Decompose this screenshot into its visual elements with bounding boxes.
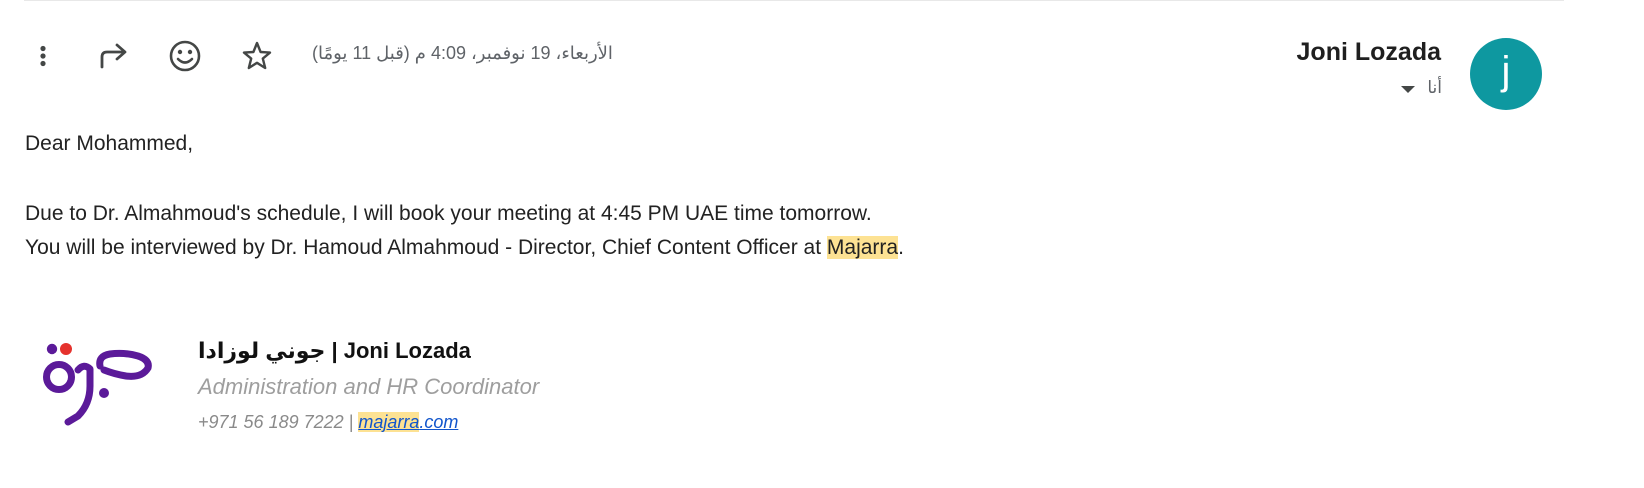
star-button[interactable] [237,36,277,76]
signature-website-link[interactable]: majarra.com [358,412,458,432]
body-line-2: You will be interviewed by Dr. Hamoud Al… [25,231,904,266]
message-header: الأربعاء، 19 نوفمبر، 4:09 م (قبل 11 يومً… [0,0,1644,120]
more-vert-icon [31,44,55,68]
majarra-logo [38,338,158,430]
avatar-letter: j [1501,49,1511,93]
website-highlight: majarra [358,412,420,432]
highlighted-company: Majarra [826,236,899,259]
greeting: Dear Mohammed, [25,132,194,155]
message-date: الأربعاء، 19 نوفمبر، 4:09 م (قبل 11 يومً… [312,43,613,63]
chevron-down-icon [1401,86,1416,93]
sender-name[interactable]: Joni Lozada [1297,38,1441,67]
website-domain: .com [419,412,459,432]
recipient-details-toggle[interactable]: أنا [1401,78,1442,98]
sender-avatar[interactable]: j [1470,38,1542,110]
add-reaction-button[interactable] [165,36,205,76]
forward-button[interactable] [94,36,134,76]
signature-phone: +971 56 189 7222 | [198,412,359,432]
message-body: Dear Mohammed, Due to Dr. Almahmoud's sc… [25,127,904,266]
recipient-label: أنا [1427,78,1442,97]
forward-icon [99,43,129,69]
emoji-icon [168,39,202,73]
body-line-2-text: You will be interviewed by Dr. Hamoud Al… [25,236,827,259]
body-line-1: Due to Dr. Almahmoud's schedule, I will … [25,201,872,225]
more-options-button[interactable] [23,36,63,76]
signature-name: جوني لوزادا | Joni Lozada [198,338,471,363]
star-icon [241,40,273,72]
signature-contact: +971 56 189 7222 | majarra.com [198,412,458,433]
body-line-2-end: . [898,236,904,259]
signature-title: Administration and HR Coordinator [198,374,540,399]
